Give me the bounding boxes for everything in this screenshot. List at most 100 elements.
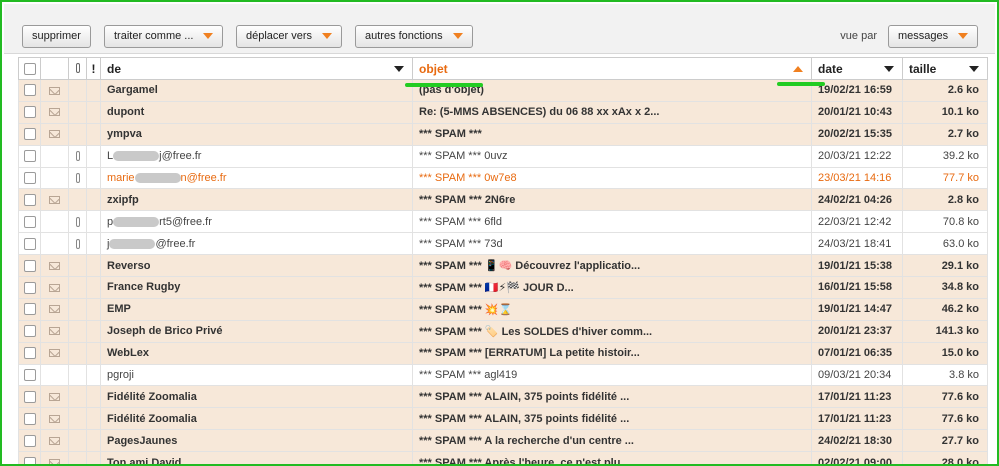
row-checkbox-cell[interactable] <box>18 319 41 343</box>
row-checkbox-cell[interactable] <box>18 144 41 168</box>
row-checkbox-cell[interactable] <box>18 188 41 212</box>
subject-cell[interactable]: *** SPAM *** 6fld <box>412 210 812 234</box>
delete-button[interactable]: supprimer <box>22 25 91 48</box>
row-checkbox-cell[interactable] <box>18 122 41 146</box>
message-row[interactable]: ympva *** SPAM *** 20/02/21 15:35 2.7 ko <box>18 122 988 146</box>
size-column-header[interactable]: taille <box>902 57 988 80</box>
row-checkbox[interactable] <box>23 303 36 316</box>
select-all-checkbox[interactable] <box>18 57 41 80</box>
row-checkbox-cell[interactable] <box>18 341 41 365</box>
row-checkbox[interactable] <box>23 259 36 272</box>
subject-cell[interactable]: *** SPAM *** 🇫🇷⚡🏁 JOUR D... <box>412 276 812 299</box>
row-checkbox[interactable] <box>23 172 36 185</box>
sender-cell[interactable]: ympva <box>100 122 413 146</box>
message-row[interactable]: pgroji *** SPAM *** agl419 09/03/21 20:34 3… <box>18 363 988 387</box>
message-row[interactable]: France Rugby *** SPAM *** 🇫🇷⚡🏁 JOUR D... 1… <box>18 276 988 299</box>
from-column-header[interactable]: de <box>100 57 413 80</box>
row-checkbox-cell[interactable] <box>18 407 41 431</box>
subject-cell[interactable]: *** SPAM *** ALAIN, 375 points fidélité … <box>412 385 812 409</box>
move-to-dropdown[interactable]: déplacer vers <box>236 25 343 48</box>
subject-cell[interactable]: *** SPAM *** A la recherche d'un centre … <box>412 429 812 453</box>
subject-cell[interactable]: *** SPAM *** 0w7e8 <box>412 166 812 190</box>
message-row[interactable]: Gargamel (pas d'objet) 19/02/21 16:59 2.6 k… <box>18 79 988 102</box>
row-checkbox-cell[interactable] <box>18 232 41 256</box>
subject-cell[interactable]: Re: (5-MMS ABSENCES) du 06 88 xx xAx x 2… <box>412 100 812 124</box>
row-checkbox[interactable] <box>23 193 36 206</box>
sender-cell[interactable]: zxipfp <box>100 188 413 212</box>
message-row[interactable]: Fidélité Zoomalia *** SPAM *** ALAIN, 375… <box>18 407 988 431</box>
row-checkbox[interactable] <box>23 390 36 403</box>
row-checkbox[interactable] <box>23 369 36 382</box>
row-checkbox[interactable] <box>23 281 36 294</box>
message-row[interactable]: dupont Re: (5-MMS ABSENCES) du 06 88 xx x… <box>18 100 988 124</box>
treat-as-dropdown[interactable]: traiter comme ... <box>104 25 224 48</box>
row-checkbox-cell[interactable] <box>18 429 41 453</box>
message-row[interactable]: zxipfp *** SPAM *** 2N6re 24/02/21 04:26 2.… <box>18 188 988 212</box>
row-checkbox-cell[interactable] <box>18 363 41 387</box>
message-row[interactable]: marie n@free.fr *** SPAM *** 0w7e8 23/03/21… <box>18 166 988 190</box>
sender-cell[interactable]: Reverso <box>100 254 413 278</box>
sender-cell[interactable]: EMP <box>100 297 413 321</box>
message-row[interactable]: WebLex *** SPAM *** [ERRATUM] La petite h… <box>18 341 988 365</box>
row-checkbox[interactable] <box>23 347 36 360</box>
sender-cell[interactable]: France Rugby <box>100 276 413 299</box>
message-row[interactable]: j @free.fr *** SPAM *** 73d 24/03/21 18:41 6… <box>18 232 988 256</box>
message-row[interactable]: p rt5@free.fr *** SPAM *** 6fld 22/03/21 12… <box>18 210 988 234</box>
row-checkbox-cell[interactable] <box>18 276 41 299</box>
row-checkbox-cell[interactable] <box>18 451 41 464</box>
subject-cell[interactable]: *** SPAM *** 🏷️ Les SOLDES d'hiver comm.… <box>412 319 812 343</box>
row-checkbox[interactable] <box>23 456 36 464</box>
priority-header[interactable]: ! <box>86 57 101 80</box>
row-checkbox-cell[interactable] <box>18 254 41 278</box>
sender-cell[interactable]: Joseph de Brico Privé <box>100 319 413 343</box>
sender-cell[interactable]: j @free.fr <box>100 232 413 256</box>
row-checkbox[interactable] <box>23 150 36 163</box>
message-row[interactable]: Fidélité Zoomalia *** SPAM *** ALAIN, 375… <box>18 385 988 409</box>
other-functions-dropdown[interactable]: autres fonctions <box>355 25 473 48</box>
message-row[interactable]: Lj@free.fr *** SPAM *** 0uvz 20/03/21 12:2… <box>18 144 988 168</box>
row-checkbox[interactable] <box>23 84 36 97</box>
message-row[interactable]: Reverso *** SPAM *** 📱🧠 Découvrez l'appli… <box>18 254 988 278</box>
row-checkbox[interactable] <box>23 325 36 338</box>
subject-cell[interactable]: *** SPAM *** 📱🧠 Découvrez l'applicatio..… <box>412 254 812 278</box>
sender-cell[interactable]: WebLex <box>100 341 413 365</box>
subject-cell[interactable]: *** SPAM *** ALAIN, 375 points fidélité … <box>412 407 812 431</box>
sender-cell[interactable]: dupont <box>100 100 413 124</box>
sender-cell[interactable]: PagesJaunes <box>100 429 413 453</box>
sender-cell[interactable]: Ton ami David <box>100 451 413 464</box>
sender-cell[interactable]: marie n@free.fr <box>100 166 413 190</box>
row-checkbox-cell[interactable] <box>18 385 41 409</box>
sender-cell[interactable]: Fidélité Zoomalia <box>100 385 413 409</box>
subject-cell[interactable]: *** SPAM *** 2N6re <box>412 188 812 212</box>
sender-cell[interactable]: Fidélité Zoomalia <box>100 407 413 431</box>
subject-cell[interactable]: *** SPAM *** <box>412 122 812 146</box>
row-checkbox-cell[interactable] <box>18 297 41 321</box>
message-row[interactable]: EMP *** SPAM *** 💥⌛ 19/01/21 14:47 46.2 ko <box>18 297 988 321</box>
subject-column-header[interactable]: objet <box>412 57 812 80</box>
sender-cell[interactable]: Gargamel <box>100 79 413 102</box>
message-row[interactable]: PagesJaunes *** SPAM *** A la recherche d… <box>18 429 988 453</box>
sender-cell[interactable]: pgroji <box>100 363 413 387</box>
row-checkbox-cell[interactable] <box>18 210 41 234</box>
row-checkbox[interactable] <box>23 215 36 228</box>
row-checkbox-cell[interactable] <box>18 100 41 124</box>
sender-cell[interactable]: p rt5@free.fr <box>100 210 413 234</box>
message-row[interactable]: Joseph de Brico Privé *** SPAM *** 🏷️ Les… <box>18 319 988 343</box>
row-checkbox[interactable] <box>23 106 36 119</box>
row-checkbox[interactable] <box>23 412 36 425</box>
view-by-dropdown[interactable]: messages <box>888 25 979 48</box>
message-row[interactable]: Ton ami David *** SPAM *** Après l'heure,… <box>18 451 988 464</box>
subject-cell[interactable]: *** SPAM *** [ERRATUM] La petite histoir… <box>412 341 812 365</box>
subject-cell[interactable]: *** SPAM *** 0uvz <box>412 144 812 168</box>
subject-cell[interactable]: *** SPAM *** 💥⌛ <box>412 297 812 321</box>
subject-cell[interactable]: *** SPAM *** agl419 <box>412 363 812 387</box>
date-column-header[interactable]: date <box>811 57 903 80</box>
row-checkbox-cell[interactable] <box>18 79 41 102</box>
subject-cell[interactable]: *** SPAM *** Après l'heure, ce n'est plu… <box>412 451 812 464</box>
attachment-header[interactable] <box>68 57 87 80</box>
row-checkbox[interactable] <box>23 128 36 141</box>
row-checkbox-cell[interactable] <box>18 166 41 190</box>
row-checkbox[interactable] <box>23 237 36 250</box>
subject-cell[interactable]: *** SPAM *** 73d <box>412 232 812 256</box>
row-checkbox[interactable] <box>23 434 36 447</box>
